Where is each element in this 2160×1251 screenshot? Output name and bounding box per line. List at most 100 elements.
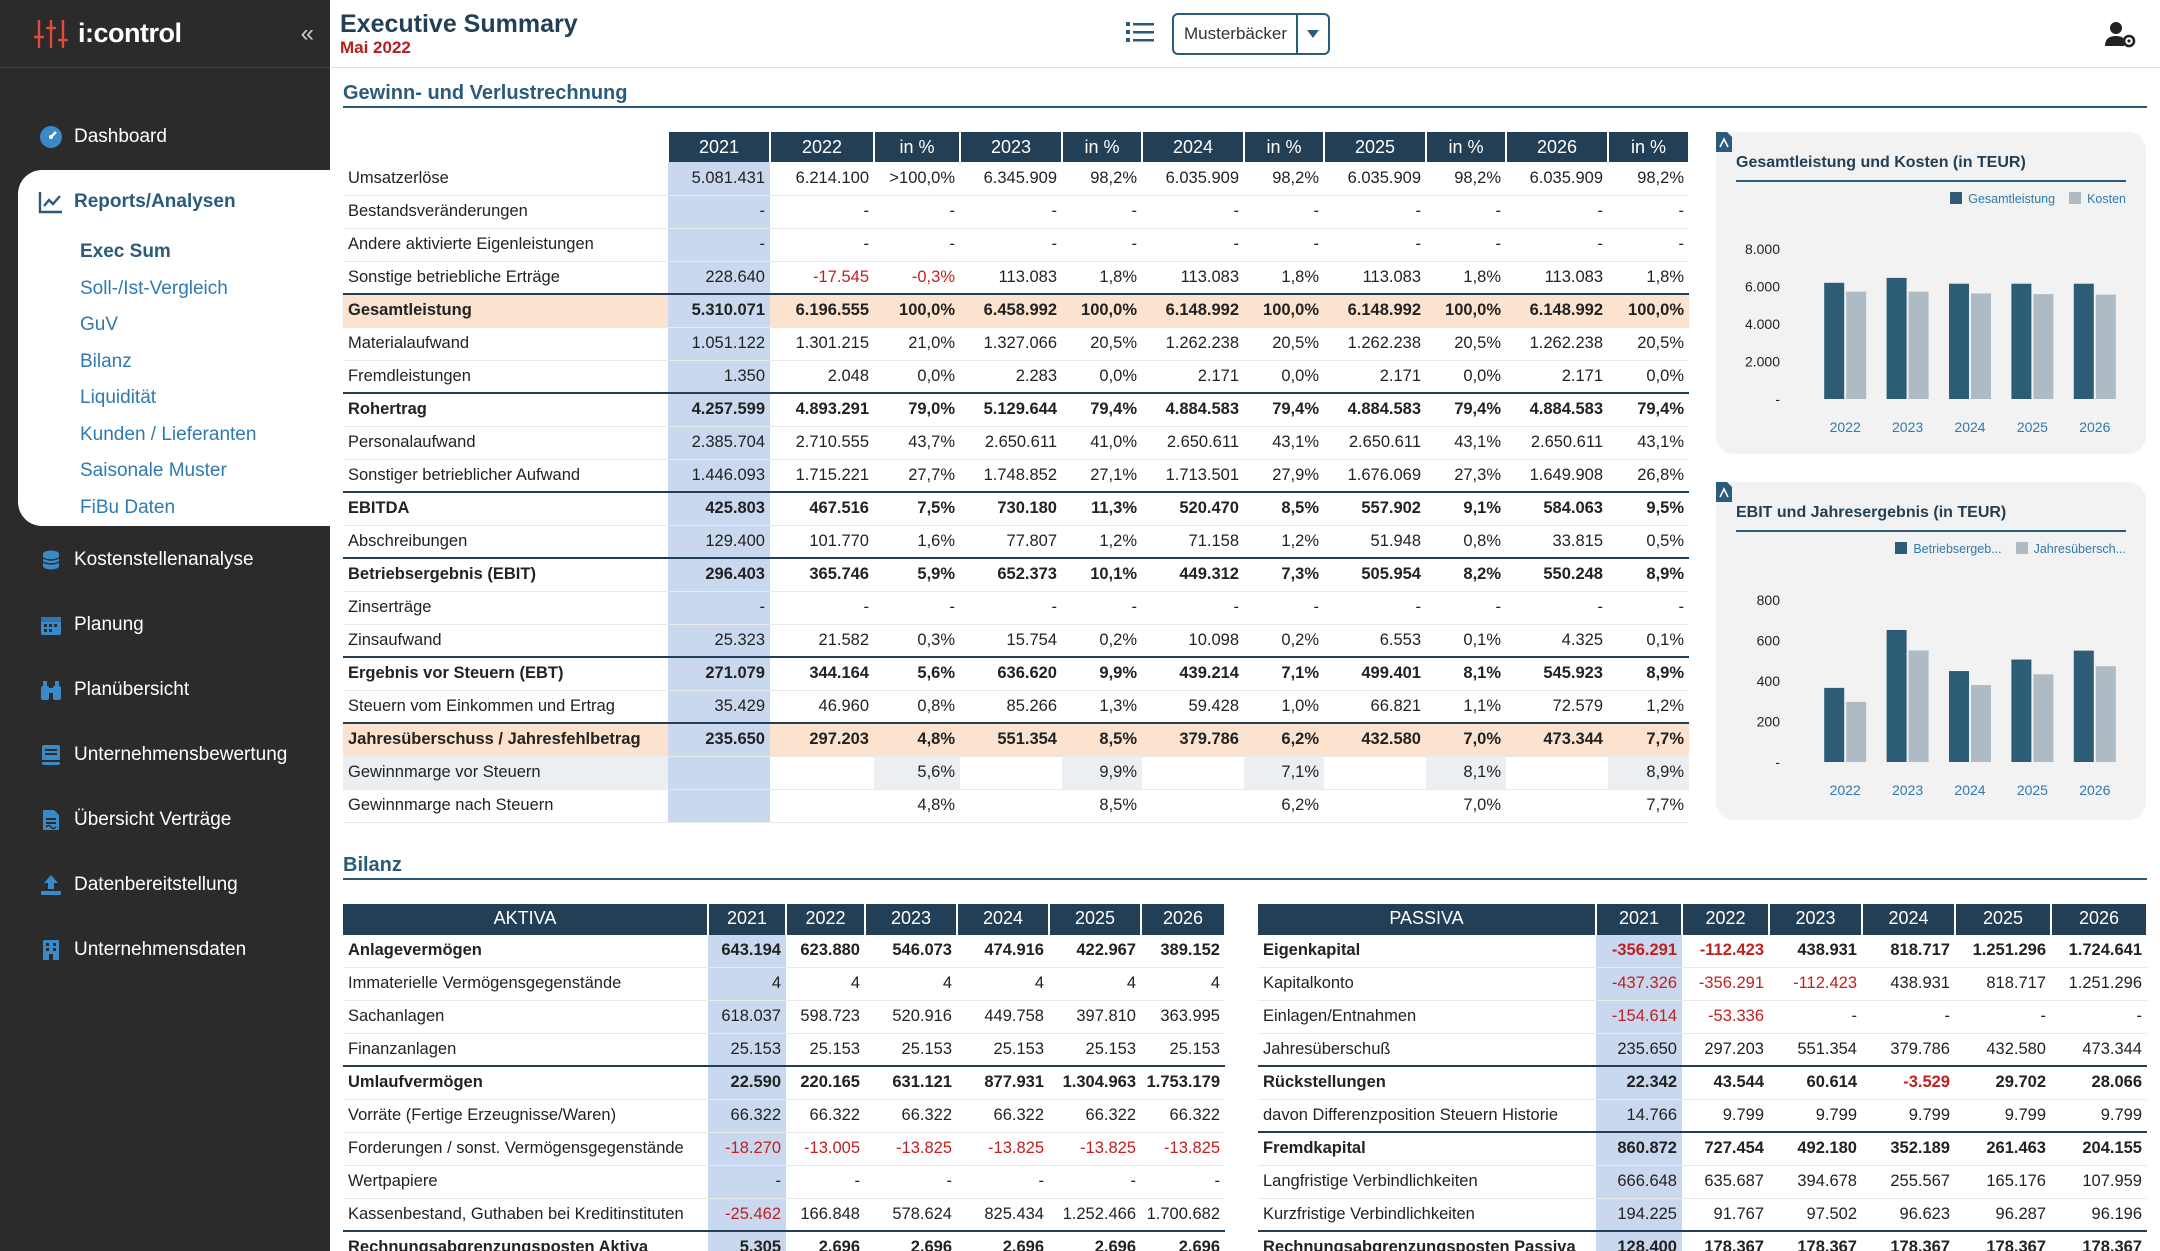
bar-series-2[interactable] [2095, 666, 2116, 762]
aktiva-cell: 25.153 [865, 1033, 957, 1067]
bar-series-1[interactable] [2073, 650, 2094, 762]
passiva-cell: 60.614 [1769, 1065, 1862, 1100]
bar-series-2[interactable] [1908, 291, 1929, 399]
guv-row-label: Ergebnis vor Steuern (EBT) [343, 656, 668, 691]
passiva-column-header: 2024 [1862, 904, 1956, 934]
aktiva-table-row: Sachanlagen 618.037 598.723 520.916 449.758 3… [343, 1000, 1225, 1034]
sidebar-item-kostenstellenanalyse[interactable]: Kostenstellenanalyse [0, 527, 330, 592]
guv-cell: - [1142, 195, 1244, 229]
bar-series-2[interactable] [1908, 650, 1929, 762]
bar-series-2[interactable] [2033, 674, 2054, 762]
sidebar-item-reports[interactable]: Reports/Analysen [18, 170, 330, 234]
guv-cell: 1.301.215 [770, 327, 874, 361]
guv-cell: 6,2% [1244, 789, 1324, 823]
sidebar-item-datenbereitstellung[interactable]: Datenbereitstellung [0, 852, 330, 917]
passiva-cell: 128.400 [1596, 1230, 1682, 1251]
sidebar-subitem-saisonale-muster[interactable]: Saisonale Muster [18, 453, 330, 490]
bar-series-2[interactable] [2033, 294, 2054, 399]
guv-cell: 43,1% [1244, 426, 1324, 460]
guv-cell: 27,1% [1062, 459, 1142, 493]
guv-cell: 5,6% [874, 756, 960, 790]
collapse-sidebar-icon[interactable]: « [301, 20, 314, 48]
aktiva-table-row: Rechnungsabgrenzungsposten Aktiva 5.305 2.… [343, 1230, 1225, 1251]
aktiva-cell: 474.916 [957, 933, 1049, 968]
aktiva-cell: 631.121 [865, 1065, 957, 1100]
bar-series-1[interactable] [2011, 283, 2032, 399]
sidebar-subitem-bilanz[interactable]: Bilanz [18, 344, 330, 381]
aktiva-table-row: Wertpapiere - - - - - - [343, 1165, 1225, 1199]
aktiva-cell: 623.880 [786, 933, 865, 968]
sidebar-subitem-fibu-daten[interactable]: FiBu Daten [18, 490, 330, 527]
guv-cell: 2.650.611 [1324, 426, 1426, 460]
bar-series-1[interactable] [1949, 671, 1969, 762]
bar-series-1[interactable] [1824, 282, 1845, 399]
bar-series-1[interactable] [2011, 659, 2032, 762]
sidebar-item-planuebersicht[interactable]: Planübersicht [0, 657, 330, 722]
guv-cell: 59.428 [1142, 690, 1244, 724]
list-icon[interactable] [1126, 20, 1154, 44]
guv-cell: - [1244, 195, 1324, 229]
guv-cell: 0,0% [1244, 360, 1324, 394]
sidebar-item-unternehmensbewertung[interactable]: Unternehmensbewertung [0, 722, 330, 787]
bar-series-2[interactable] [2095, 294, 2116, 399]
brand[interactable]: i:control « [0, 0, 330, 68]
sidebar-subitem-exec-sum[interactable]: Exec Sum [18, 234, 330, 271]
guv-cell: 1,8% [1426, 261, 1506, 295]
guv-cell [1506, 756, 1608, 790]
bar-series-2[interactable] [1971, 293, 1991, 399]
bar-series-2[interactable] [1846, 701, 1867, 762]
building-icon [38, 937, 64, 963]
sidebar-item-planung[interactable]: Planung [0, 592, 330, 657]
passiva-cell: 352.189 [1862, 1131, 1955, 1166]
guv-cell: 5,9% [874, 557, 960, 592]
bar-series-1[interactable] [1824, 687, 1845, 762]
bar-series-1[interactable] [1949, 283, 1969, 399]
passiva-row-label: davon Differenzposition Steuern Historie [1258, 1099, 1596, 1133]
sliders-logo-icon [34, 19, 68, 48]
guv-cell: 7,1% [1244, 656, 1324, 691]
bar-series-1[interactable] [1886, 277, 1907, 399]
guv-cell: - [1142, 228, 1244, 262]
sidebar-item-dashboard[interactable]: Dashboard [0, 104, 330, 169]
passiva-table-row: Einlagen/Entnahmen -154.614 -53.336- - - - [1258, 1000, 2147, 1034]
aktiva-cell: 389.152 [1141, 933, 1225, 968]
bar-series-2[interactable] [1846, 291, 1867, 399]
bar-series-2[interactable] [1971, 685, 1991, 762]
guv-column-header: 2023 [960, 132, 1063, 162]
sidebar-subitem-soll-ist[interactable]: Soll-/Ist-Vergleich [18, 271, 330, 308]
aktiva-row-label: Sachanlagen [343, 1000, 708, 1034]
guv-table-row: Zinserträge - - - - - - - - - - - [343, 591, 1689, 625]
user-settings-icon[interactable] [2104, 20, 2136, 48]
aktiva-cell: 166.848 [786, 1198, 865, 1232]
sidebar-item-unternehmensdaten[interactable]: Unternehmensdaten [0, 917, 330, 982]
guv-cell: 0,1% [1426, 624, 1506, 658]
aktiva-cell: 643.194 [708, 933, 786, 968]
guv-section-divider [343, 106, 2147, 108]
guv-table-row: Sonstige betriebliche Erträge 228.640 -17.… [343, 261, 1689, 295]
sidebar-item-uebersicht-vertraege[interactable]: Übersicht Verträge [0, 787, 330, 852]
bar-series-1[interactable] [2073, 283, 2094, 399]
passiva-cell: 9.799 [1682, 1099, 1769, 1133]
sidebar-subitem-liquiditaet[interactable]: Liquidität [18, 380, 330, 417]
aktiva-table-row: Forderungen / sonst. Vermögensgegenständ… [343, 1132, 1225, 1166]
guv-cell: 8,1% [1426, 756, 1506, 790]
sidebar-subitem-guv[interactable]: GuV [18, 307, 330, 344]
aktiva-cell: 2.696 [957, 1230, 1049, 1251]
passiva-cell: 96.287 [1955, 1198, 2051, 1232]
chevron-down-icon[interactable] [1296, 15, 1328, 53]
aktiva-row-label: Kassenbestand, Guthaben bei Kreditinstit… [343, 1198, 708, 1232]
passiva-cell: 235.650 [1596, 1033, 1682, 1067]
guv-cell: 0,2% [1062, 624, 1142, 658]
bar-series-1[interactable] [1886, 629, 1907, 762]
guv-cell: 4.257.599 [668, 392, 770, 427]
guv-column-header: in % [1608, 132, 1690, 162]
passiva-cell: 9.799 [1862, 1099, 1955, 1133]
guv-cell: 6.553 [1324, 624, 1426, 658]
aktiva-cell: 220.165 [786, 1065, 865, 1100]
guv-cell: 21.582 [770, 624, 874, 658]
company-select[interactable]: Musterbäcker [1172, 13, 1330, 55]
guv-cell: 467.516 [770, 491, 874, 526]
aktiva-row-label: Rechnungsabgrenzungsposten Aktiva [343, 1230, 708, 1251]
sidebar-subitem-kunden-lieferanten[interactable]: Kunden / Lieferanten [18, 417, 330, 454]
guv-cell: 7,0% [1426, 789, 1506, 823]
